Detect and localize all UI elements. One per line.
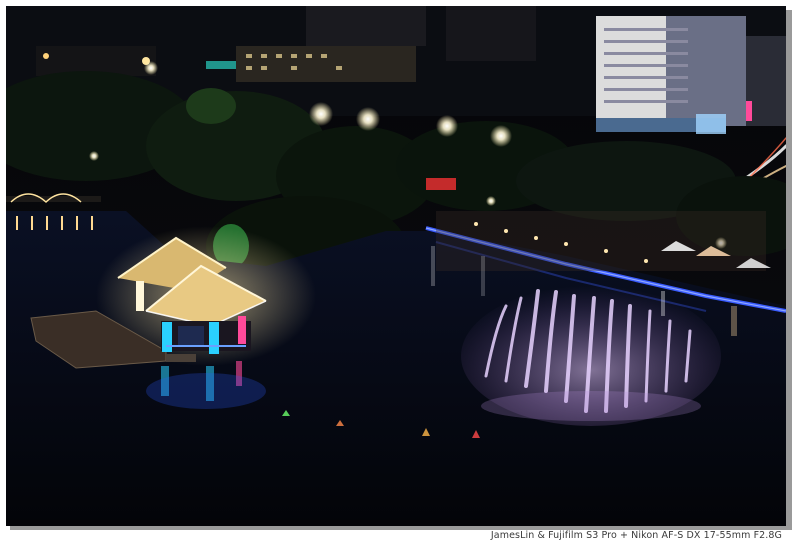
- water-fountain: [461, 286, 721, 426]
- photo-illustration: [6, 6, 786, 526]
- night-park-photo: [6, 6, 786, 526]
- photo-credit-caption: JamesLin & Fujifilm S3 Pro + Nikon AF-S …: [490, 530, 782, 541]
- photo-frame: JamesLin & Fujifilm S3 Pro + Nikon AF-S …: [0, 0, 800, 555]
